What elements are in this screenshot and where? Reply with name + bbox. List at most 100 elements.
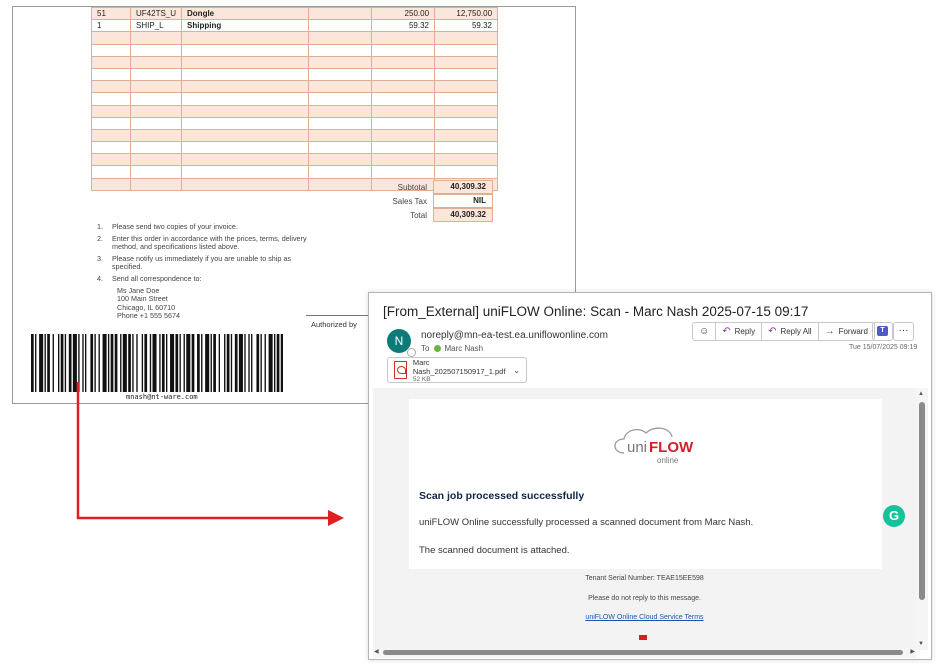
table-cell: [91, 104, 131, 118]
table-cell: [129, 128, 183, 143]
total-value: 40,309.32: [433, 208, 493, 222]
table-cell: 12,750.00: [434, 7, 499, 21]
table-row: [91, 128, 499, 143]
table-cell: Dongle: [181, 7, 310, 21]
message-card: uni FLOW online Scan job processed succe…: [409, 399, 882, 569]
reply-all-button[interactable]: ↶ Reply All: [762, 323, 819, 340]
table-cell: [181, 92, 310, 106]
sales-tax-row: Sales Tax NIL: [343, 194, 493, 208]
table-cell: [91, 165, 131, 179]
recipient-name[interactable]: Marc Nash: [444, 344, 483, 353]
table-cell: [434, 165, 499, 179]
table-row: [91, 153, 499, 167]
table-cell: [371, 128, 436, 143]
note-item: 1. Please send two copies of your invoice…: [97, 222, 238, 231]
correspondence-address: Ms Jane Doe 100 Main Street Chicago, IL …: [97, 286, 317, 321]
table-cell: [308, 67, 373, 82]
table-cell: [308, 153, 373, 167]
table-cell: [181, 104, 310, 118]
svg-text:online: online: [657, 456, 679, 465]
table-cell: [181, 141, 310, 155]
order-notes: 1. Please send two copies of your invoice…: [97, 222, 317, 321]
email-window: [From_External] uniFLOW Online: Scan - M…: [368, 292, 932, 660]
reply-button[interactable]: ↶ Reply: [716, 323, 763, 340]
table-cell: [434, 141, 499, 155]
table-cell: 51: [91, 7, 131, 21]
scroll-left-icon[interactable]: ◀: [374, 648, 379, 655]
table-cell: [129, 104, 183, 118]
table-cell: [91, 55, 131, 69]
chevron-down-icon[interactable]: ⌄: [513, 366, 520, 375]
presence-status-icon: [407, 348, 416, 357]
pdf-icon: [394, 361, 407, 379]
table-cell: [308, 128, 373, 143]
table-cell: [434, 43, 499, 57]
table-cell: [129, 31, 183, 45]
table-cell: [91, 177, 131, 191]
received-datetime: Tue 15/07/2025 09:19: [849, 344, 918, 351]
total-row: Total 40,309.32: [343, 208, 493, 222]
table-cell: [371, 67, 436, 82]
table-row: [91, 92, 499, 106]
table-cell: [434, 55, 499, 69]
table-cell: [371, 80, 436, 94]
sales-tax-label: Sales Tax: [392, 196, 427, 206]
pdf-attachment[interactable]: Marc Nash_202507150917_1.pdf 52 KB ⌄: [387, 357, 527, 383]
emoji-reaction-button[interactable]: ☺: [693, 323, 717, 340]
arrow-head: [328, 510, 344, 526]
note-item: 3. Please notify us immediately if you ar…: [97, 253, 291, 272]
table-cell: [91, 92, 131, 106]
table-cell: [308, 7, 373, 21]
scroll-right-icon[interactable]: ▶: [910, 648, 915, 655]
line-items-table: 51 UF42TS_U Dongle 250.00 12,750.00 1 SHIP_L Sh…: [91, 7, 499, 191]
scroll-down-icon[interactable]: ▼: [918, 641, 924, 647]
more-actions-button[interactable]: ···: [893, 322, 914, 341]
table-cell: [371, 165, 436, 179]
forward-button[interactable]: → Forward: [819, 323, 874, 340]
reply-icon: ↶: [722, 326, 731, 337]
scroll-thumb[interactable]: [919, 402, 925, 600]
grammarly-icon[interactable]: G: [883, 505, 905, 527]
attachment-note: The scanned document is attached.: [419, 545, 570, 556]
table-row: [91, 116, 499, 130]
teams-button[interactable]: T: [872, 322, 893, 341]
no-reply-note: Please do not reply to this message.: [588, 595, 701, 602]
table-cell: [434, 31, 499, 45]
recipient-line: To Marc Nash: [421, 344, 483, 353]
table-cell: [129, 80, 183, 94]
table-cell: [129, 153, 183, 167]
table-row: 51 UF42TS_U Dongle 250.00 12,750.00: [91, 7, 499, 21]
horizontal-scrollbar[interactable]: ◀ ▶: [373, 648, 916, 658]
svg-text:uni: uni: [627, 439, 647, 456]
table-cell: [308, 141, 373, 155]
table-cell: 250.00: [371, 7, 436, 21]
vertical-scrollbar[interactable]: ▲ ▼: [916, 388, 928, 650]
scroll-up-icon[interactable]: ▲: [918, 391, 924, 397]
table-cell: [181, 153, 310, 167]
note-item: 4. Send all correspondence to:: [97, 273, 202, 283]
table-row: [91, 43, 499, 57]
message-body: uni FLOW online Scan job processed succe…: [373, 388, 916, 650]
table-cell: [91, 43, 131, 57]
table-cell: [129, 177, 183, 191]
table-cell: [91, 153, 131, 167]
uniflow-online-logo: uni FLOW online: [614, 427, 694, 465]
table-row: [91, 31, 499, 45]
table-cell: [129, 165, 183, 179]
table-cell: [434, 92, 499, 106]
barcode-text: mnash@nt-ware.com: [126, 393, 198, 401]
table-cell: [129, 92, 183, 106]
scroll-thumb-horizontal[interactable]: [383, 650, 903, 655]
svg-text:FLOW: FLOW: [649, 439, 694, 456]
table-cell: [129, 43, 183, 57]
sender-address[interactable]: noreply@mn-ea-test.ea.uniflowonline.com: [421, 330, 608, 341]
table-cell: [91, 128, 131, 143]
table-cell: [371, 43, 436, 57]
table-cell: [181, 43, 310, 57]
service-terms-link[interactable]: uniFLOW Online Cloud Service Terms: [373, 614, 916, 621]
table-cell: [434, 67, 499, 82]
table-row: [91, 104, 499, 118]
table-row: [91, 165, 499, 179]
table-row: [91, 55, 499, 69]
table-cell: [371, 153, 436, 167]
